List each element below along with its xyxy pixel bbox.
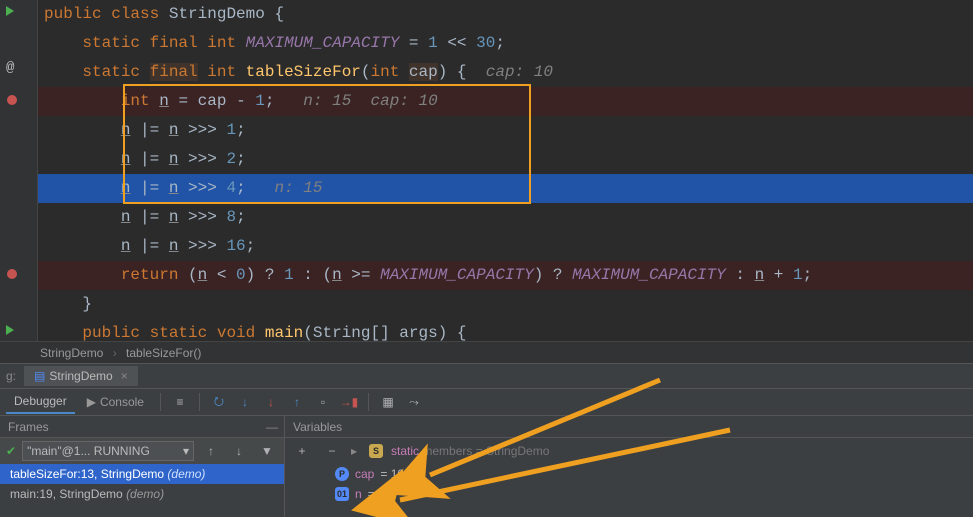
drop-frame-icon[interactable]: ▫ <box>312 391 334 413</box>
run-icon[interactable] <box>6 325 20 339</box>
tab-icon: ▤ <box>34 369 45 383</box>
breakpoint-icon[interactable] <box>7 269 17 279</box>
code-line[interactable]: return (n < 0) ? 1 : (n >= MAXIMUM_CAPAC… <box>38 261 973 290</box>
debug-config-label: g: <box>6 369 24 383</box>
breadcrumb-method[interactable]: tableSizeFor() <box>126 346 201 360</box>
threads-icon[interactable]: ≡ <box>169 391 191 413</box>
remove-watch-icon[interactable]: − <box>321 440 343 462</box>
code-line[interactable]: n |= n >>> 2; <box>38 145 973 174</box>
code-line[interactable]: static final int MAXIMUM_CAPACITY = 1 <<… <box>38 29 973 58</box>
int-badge-icon: 01 <box>335 487 349 501</box>
code-area[interactable]: public class StringDemo { static final i… <box>38 0 973 348</box>
separator <box>160 393 161 411</box>
step-over-icon[interactable]: ⭮ <box>208 391 230 413</box>
code-line[interactable]: n |= n >>> 8; <box>38 203 973 232</box>
step-out-icon[interactable]: ↑ <box>286 391 308 413</box>
close-icon[interactable]: × <box>121 369 128 383</box>
console-icon: ▶ <box>87 395 96 409</box>
override-icon[interactable]: @ <box>6 60 20 74</box>
frames-label: Frames <box>8 416 49 438</box>
debug-toolbar: Debugger ▶ Console ≡ ⭮ ↓ ↓ ↑ ▫ →▮ ▦ ⤳ <box>0 388 973 416</box>
debug-panes: Frames — ✔ "main"@1... RUNNING ▾ ↑ ↓ ▼ t… <box>0 416 973 517</box>
variable-row[interactable]: P cap = 10 <box>285 464 973 484</box>
run-to-cursor-icon[interactable]: →▮ <box>338 391 360 413</box>
code-line[interactable]: public class StringDemo { <box>38 0 973 29</box>
thread-selector[interactable]: "main"@1... RUNNING ▾ <box>22 441 194 461</box>
var-static[interactable]: static members = StringDemo <box>391 444 549 458</box>
force-step-into-icon[interactable]: ↓ <box>260 391 282 413</box>
code-editor[interactable]: @ public class StringDemo { static final… <box>0 0 973 341</box>
variables-toolbar: + − ▸ S static members = StringDemo <box>285 438 973 464</box>
code-line[interactable]: n |= n >>> 16; <box>38 232 973 261</box>
variables-pane: Variables + − ▸ S static members = Strin… <box>285 416 973 517</box>
console-tab[interactable]: ▶ Console <box>79 391 152 413</box>
next-frame-icon[interactable]: ↓ <box>228 440 250 462</box>
separator <box>199 393 200 411</box>
code-line[interactable]: public static void main(String[] args) { <box>38 319 973 348</box>
stack-frame[interactable]: tableSizeFor:13, StringDemo (demo) <box>0 464 284 484</box>
editor-gutter: @ <box>0 0 38 341</box>
debug-panel: g: ▤ StringDemo × Debugger ▶ Console ≡ ⭮… <box>0 363 973 517</box>
evaluate-icon[interactable]: ▦ <box>377 391 399 413</box>
param-badge-icon: P <box>335 467 349 481</box>
expand-icon[interactable]: ▸ <box>351 444 361 458</box>
frames-pane: Frames — ✔ "main"@1... RUNNING ▾ ↑ ↓ ▼ t… <box>0 416 285 517</box>
variables-label: Variables <box>293 416 342 438</box>
thread-ok-icon: ✔ <box>6 444 16 458</box>
add-watch-icon[interactable]: + <box>291 440 313 462</box>
step-into-icon[interactable]: ↓ <box>234 391 256 413</box>
chevron-down-icon: ▾ <box>183 444 189 458</box>
debugger-tab[interactable]: Debugger <box>6 390 75 414</box>
breadcrumb-separator: › <box>113 346 117 360</box>
run-icon[interactable] <box>6 6 20 20</box>
breakpoint-icon[interactable] <box>7 95 17 105</box>
filter-icon[interactable]: ▼ <box>256 440 278 462</box>
debug-tab[interactable]: ▤ StringDemo × <box>24 366 138 386</box>
code-line[interactable]: n |= n >>> 1; <box>38 116 973 145</box>
frames-header: Frames — <box>0 416 284 438</box>
stack-frame[interactable]: main:19, StringDemo (demo) <box>0 484 284 504</box>
thread-selector-row: ✔ "main"@1... RUNNING ▾ ↑ ↓ ▼ <box>0 438 284 464</box>
separator <box>368 393 369 411</box>
prev-frame-icon[interactable]: ↑ <box>200 440 222 462</box>
static-badge-icon: S <box>369 444 383 458</box>
debug-tab-label: StringDemo <box>49 369 112 383</box>
trace-icon[interactable]: ⤳ <box>403 391 425 413</box>
variables-header: Variables <box>285 416 973 438</box>
variable-row[interactable]: 01 n = 15 <box>285 484 973 504</box>
code-line[interactable]: static final int tableSizeFor(int cap) {… <box>38 58 973 87</box>
execution-line[interactable]: n |= n >>> 4; n: 15 <box>38 174 973 203</box>
thread-name: "main"@1... RUNNING <box>27 444 150 458</box>
code-line[interactable]: } <box>38 290 973 319</box>
code-line[interactable]: int n = cap - 1; n: 15 cap: 10 <box>38 87 973 116</box>
debug-tab-row: g: ▤ StringDemo × <box>0 364 973 388</box>
breadcrumb-class[interactable]: StringDemo <box>40 346 103 360</box>
hide-icon[interactable]: — <box>266 416 278 438</box>
